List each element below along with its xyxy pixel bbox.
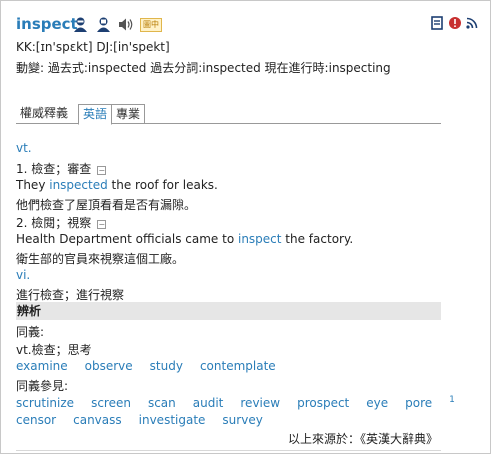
rss-icon[interactable] bbox=[466, 17, 478, 29]
see-also-link[interactable]: eye bbox=[366, 396, 388, 410]
expand-icon[interactable]: − bbox=[97, 166, 107, 175]
sense-2-example-translation: 衛生部的官員來視察這個工廠。 bbox=[16, 252, 185, 266]
tab-bar: 權威釋義 英語 專業 bbox=[16, 104, 441, 125]
see-also-link[interactable]: investigate bbox=[139, 413, 206, 427]
sense-1-definition: 1. 檢查；審查 − bbox=[16, 162, 107, 176]
dictionary-panel: inspect 圖中 KK:[ɪn'spɛkt] DJ:[in'spekt] 動… bbox=[0, 0, 491, 454]
superscript: 1 bbox=[449, 395, 455, 405]
source-attribution: 以上來源於：《英漢大辭典》 bbox=[287, 432, 438, 446]
see-also-link[interactable]: scan bbox=[148, 396, 176, 410]
synonym-link[interactable]: contemplate bbox=[200, 359, 276, 373]
see-also-link[interactable]: review bbox=[240, 396, 280, 410]
alert-icon[interactable] bbox=[448, 16, 462, 30]
divider bbox=[16, 450, 441, 451]
speaker-person-us-icon[interactable] bbox=[95, 16, 112, 33]
see-also-link[interactable]: survey bbox=[222, 413, 262, 427]
see-also-links-row-1: scrutinize screen scan audit review prospect e… bbox=[16, 395, 455, 410]
synonym-label: 同義: bbox=[16, 325, 45, 339]
tab-authoritative[interactable]: 權威釋義 bbox=[16, 104, 72, 124]
pos-vi: vi. bbox=[16, 268, 31, 282]
example-keyword[interactable]: inspected bbox=[49, 178, 108, 192]
speaker-icon[interactable] bbox=[118, 17, 134, 32]
see-also-link[interactable]: screen bbox=[91, 396, 131, 410]
inflections: 動變: 過去式:inspected 過去分詞:inspected 現在進行時:i… bbox=[16, 61, 391, 75]
analysis-header: 辨析 bbox=[16, 302, 441, 320]
image-badge[interactable]: 圖中 bbox=[140, 17, 162, 32]
see-also-link[interactable]: scrutinize bbox=[16, 396, 74, 410]
see-also-link[interactable]: audit bbox=[193, 396, 224, 410]
see-also-link[interactable]: canvass bbox=[73, 413, 122, 427]
see-also-links-row-2: censor canvass investigate survey bbox=[16, 413, 280, 427]
headword: inspect bbox=[16, 15, 78, 33]
synonym-sense: vt.檢查；思考 bbox=[16, 343, 92, 357]
synonym-links: examine observe study contemplate bbox=[16, 359, 293, 373]
pos-vt: vt. bbox=[16, 141, 32, 155]
see-also-link[interactable]: censor bbox=[16, 413, 56, 427]
synonym-link[interactable]: examine bbox=[16, 359, 68, 373]
sense-1-example: They inspected the roof for leaks. bbox=[16, 178, 218, 192]
tab-professional[interactable]: 專業 bbox=[112, 104, 146, 124]
sense-2-example: Health Department officials came to insp… bbox=[16, 232, 354, 246]
entry-header: inspect 圖中 bbox=[16, 15, 478, 35]
sense-2-definition: 2. 檢閱；視察 − bbox=[16, 216, 107, 230]
see-also-link[interactable]: prospect bbox=[297, 396, 349, 410]
speaker-person-uk-icon[interactable] bbox=[72, 16, 89, 33]
see-also-link[interactable]: pore 1 bbox=[405, 395, 455, 410]
synonym-link[interactable]: study bbox=[150, 359, 183, 373]
pronunciation: KK:[ɪn'spɛkt] DJ:[in'spekt] bbox=[16, 40, 170, 54]
sense-1-example-translation: 他們檢查了屋頂看看是否有漏隙。 bbox=[16, 198, 197, 212]
synonym-link[interactable]: observe bbox=[85, 359, 133, 373]
tab-english[interactable]: 英語 bbox=[78, 104, 113, 125]
expand-icon[interactable]: − bbox=[97, 220, 107, 229]
sense-3-definition: 進行檢查；進行視察 bbox=[16, 288, 125, 302]
notebook-icon[interactable] bbox=[431, 16, 444, 30]
see-also-label: 同義參見: bbox=[16, 379, 69, 393]
example-keyword[interactable]: inspect bbox=[238, 232, 282, 246]
